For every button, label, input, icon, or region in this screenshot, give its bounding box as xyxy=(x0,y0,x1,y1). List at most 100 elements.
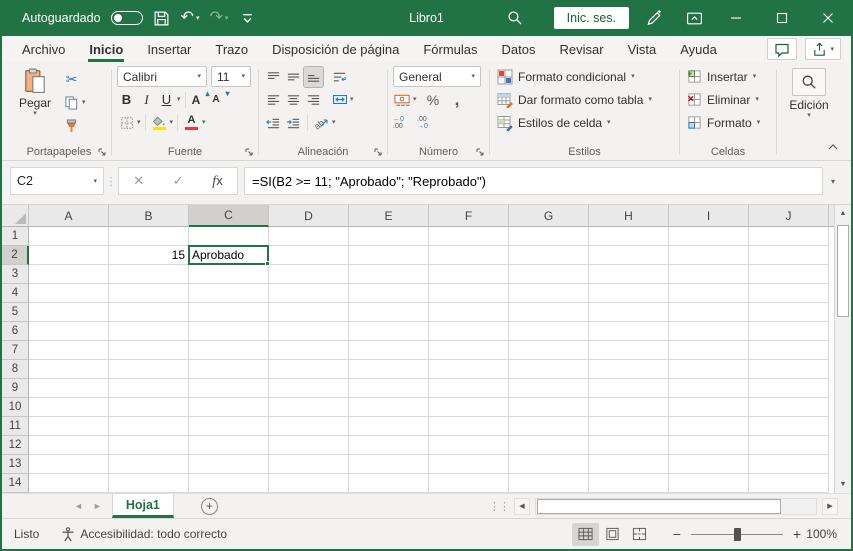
collapse-ribbon-button[interactable] xyxy=(827,140,839,154)
row-header-12[interactable]: 12 xyxy=(2,436,29,455)
decrease-decimal-button[interactable]: .00 →0 xyxy=(417,113,436,133)
cell-B13[interactable] xyxy=(109,455,189,474)
cell-D3[interactable] xyxy=(269,265,349,284)
fill-color-chevron[interactable]: ▾ xyxy=(170,119,174,126)
borders-button[interactable] xyxy=(117,113,136,133)
delete-cells-button[interactable]: Eliminar ▾ xyxy=(685,89,771,110)
zoom-slider-handle[interactable] xyxy=(734,527,741,541)
cell-E6[interactable] xyxy=(349,322,429,341)
cell-A8[interactable] xyxy=(29,360,109,379)
cell-C13[interactable] xyxy=(189,455,269,474)
cell-J5[interactable] xyxy=(749,303,829,322)
cell-F5[interactable] xyxy=(429,303,509,322)
scroll-up-button[interactable]: ▲ xyxy=(835,205,851,222)
cell-D4[interactable] xyxy=(269,284,349,303)
cell-I10[interactable] xyxy=(669,398,749,417)
autosave-toggle[interactable] xyxy=(110,11,143,25)
cell-J3[interactable] xyxy=(749,265,829,284)
fill-color-button[interactable] xyxy=(150,113,169,133)
align-middle-button[interactable] xyxy=(284,67,303,87)
cell-E8[interactable] xyxy=(349,360,429,379)
cell-D12[interactable] xyxy=(269,436,349,455)
alignment-dialog-launcher[interactable] xyxy=(373,147,383,157)
number-dialog-launcher[interactable] xyxy=(475,147,485,157)
sheet-tab-hoja1[interactable]: Hoja1 xyxy=(111,494,174,518)
horizontal-scroll-thumb[interactable] xyxy=(537,498,781,514)
cell-H2[interactable] xyxy=(589,246,669,265)
cell-H12[interactable] xyxy=(589,436,669,455)
column-header-A[interactable]: A xyxy=(29,205,109,227)
italic-button[interactable]: I xyxy=(137,90,156,110)
cell-I1[interactable] xyxy=(669,227,749,246)
cell-H1[interactable] xyxy=(589,227,669,246)
format-cells-button[interactable]: Formato ▾ xyxy=(685,112,771,133)
cell-B11[interactable] xyxy=(109,417,189,436)
cell-G12[interactable] xyxy=(509,436,589,455)
zoom-slider[interactable] xyxy=(691,526,783,543)
cell-I11[interactable] xyxy=(669,417,749,436)
cell-H10[interactable] xyxy=(589,398,669,417)
cell-A12[interactable] xyxy=(29,436,109,455)
cell-G4[interactable] xyxy=(509,284,589,303)
insert-cells-button[interactable]: Insertar ▾ xyxy=(685,66,771,87)
cell-H13[interactable] xyxy=(589,455,669,474)
cell-C11[interactable] xyxy=(189,417,269,436)
cell-C10[interactable] xyxy=(189,398,269,417)
cell-E1[interactable] xyxy=(349,227,429,246)
ribbon-tab-ayuda[interactable]: Ayuda xyxy=(668,36,729,62)
paste-chevron[interactable]: ▾ xyxy=(33,110,37,117)
cell-F12[interactable] xyxy=(429,436,509,455)
decrease-font-button[interactable]: A ▾ xyxy=(210,89,229,110)
merge-center-chevron[interactable]: ▾ xyxy=(350,96,354,103)
cell-J4[interactable] xyxy=(749,284,829,303)
zoom-level[interactable]: 100% xyxy=(805,527,851,541)
cell-G8[interactable] xyxy=(509,360,589,379)
cell-H5[interactable] xyxy=(589,303,669,322)
cell-E7[interactable] xyxy=(349,341,429,360)
align-top-button[interactable] xyxy=(264,67,283,87)
row-header-8[interactable]: 8 xyxy=(2,360,29,379)
format-as-table-button[interactable]: Dar formato como tabla ▾ xyxy=(495,89,674,110)
cell-F3[interactable] xyxy=(429,265,509,284)
cell-B6[interactable] xyxy=(109,322,189,341)
cell-I5[interactable] xyxy=(669,303,749,322)
font-dialog-launcher[interactable] xyxy=(244,147,254,157)
cell-I9[interactable] xyxy=(669,379,749,398)
cell-D9[interactable] xyxy=(269,379,349,398)
cell-H14[interactable] xyxy=(589,474,669,493)
column-header-D[interactable]: D xyxy=(269,205,349,227)
cell-F10[interactable] xyxy=(429,398,509,417)
ribbon-tab-archivo[interactable]: Archivo xyxy=(10,36,77,62)
cell-B9[interactable] xyxy=(109,379,189,398)
vertical-scrollbar[interactable]: ▲ ▼ xyxy=(834,205,851,493)
font-color-button[interactable]: A xyxy=(182,113,201,133)
cell-H9[interactable] xyxy=(589,379,669,398)
ribbon-tab-vista[interactable]: Vista xyxy=(616,36,669,62)
cell-A1[interactable] xyxy=(29,227,109,246)
cell-B14[interactable] xyxy=(109,474,189,493)
share-button[interactable]: ▾ xyxy=(805,38,841,60)
cell-E5[interactable] xyxy=(349,303,429,322)
increase-indent-button[interactable] xyxy=(284,113,303,133)
cell-B7[interactable] xyxy=(109,341,189,360)
cell-J7[interactable] xyxy=(749,341,829,360)
underline-chevron[interactable]: ▾ xyxy=(177,96,181,103)
bold-button[interactable]: B xyxy=(117,90,136,110)
cell-D11[interactable] xyxy=(269,417,349,436)
row-header-6[interactable]: 6 xyxy=(2,322,29,341)
cell-A6[interactable] xyxy=(29,322,109,341)
view-page-layout-button[interactable] xyxy=(599,523,626,546)
cell-G14[interactable] xyxy=(509,474,589,493)
cell-B5[interactable] xyxy=(109,303,189,322)
cell-C3[interactable] xyxy=(189,265,269,284)
copy-button[interactable] xyxy=(62,93,81,113)
confirm-entry-button[interactable]: ✓ xyxy=(173,173,184,189)
cell-H4[interactable] xyxy=(589,284,669,303)
tab-split-handle[interactable]: ⋮⋮ xyxy=(489,500,510,513)
increase-decimal-button[interactable]: ←0.00 xyxy=(393,113,412,133)
cell-F8[interactable] xyxy=(429,360,509,379)
paste-button[interactable]: Pegar ▾ xyxy=(12,66,58,136)
column-header-F[interactable]: F xyxy=(429,205,509,227)
cell-B12[interactable] xyxy=(109,436,189,455)
select-all-corner[interactable] xyxy=(2,205,29,227)
